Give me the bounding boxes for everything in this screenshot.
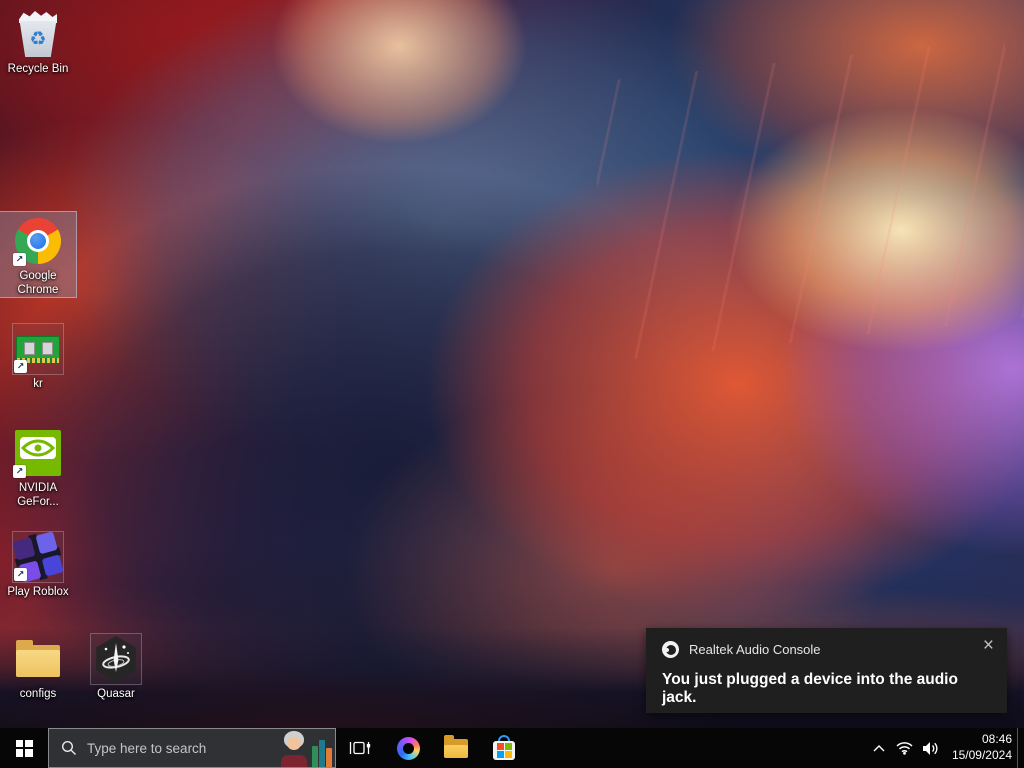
ram-icon: ↗ bbox=[12, 323, 64, 375]
system-tray: 08:46 15/09/2024 bbox=[866, 728, 1024, 768]
explorer-folder-front bbox=[444, 744, 468, 758]
windows-logo-quad bbox=[25, 749, 33, 757]
book bbox=[312, 746, 318, 767]
copilot-button[interactable] bbox=[384, 728, 432, 768]
copilot-icon bbox=[396, 736, 420, 760]
icon-label-play-roblox: Play Roblox bbox=[7, 586, 69, 598]
chrome-icon: ↗ bbox=[12, 215, 64, 267]
wifi-icon bbox=[896, 742, 913, 755]
folder-front bbox=[16, 650, 60, 677]
close-icon[interactable]: × bbox=[983, 636, 994, 655]
network-button[interactable] bbox=[892, 728, 918, 768]
ms-logo-quad bbox=[504, 750, 512, 758]
icon-label-nvidia: NVIDIA bbox=[18, 482, 58, 494]
desktop-icon-kr[interactable]: ↗ kr bbox=[0, 320, 76, 391]
task-view-button[interactable] bbox=[336, 728, 384, 768]
start-button[interactable] bbox=[0, 728, 48, 768]
shortcut-arrow-icon: ↗ bbox=[14, 360, 27, 373]
nvidia-eye-box bbox=[20, 437, 56, 459]
icon-label-quasar: Quasar bbox=[97, 688, 135, 700]
windows-logo-quad bbox=[15, 749, 23, 757]
ram-stick bbox=[16, 335, 60, 363]
shortcut-arrow-icon: ↗ bbox=[13, 253, 26, 266]
toast-message: You just plugged a device into the audio… bbox=[662, 671, 958, 706]
microsoft-store-button[interactable] bbox=[480, 728, 528, 768]
wallpaper-streaks bbox=[586, 38, 1024, 362]
clock-date: 15/09/2024 bbox=[951, 748, 1012, 762]
desktop-icon-nvidia-geforce[interactable]: ↗ NVIDIA GeFor... bbox=[0, 424, 76, 509]
desktop-icon-configs[interactable]: configs bbox=[0, 630, 76, 701]
quasar-icon bbox=[90, 633, 142, 685]
desktop-icon-quasar[interactable]: Quasar bbox=[78, 630, 154, 701]
taskbar: 08:46 15/09/2024 bbox=[0, 728, 1024, 768]
desktop: ♻ Recycle Bin ↗ Google Chrome ↗ kr ↗ NVI… bbox=[0, 0, 1024, 768]
icon-label-gefor: GeFor... bbox=[17, 496, 59, 509]
book bbox=[319, 740, 325, 767]
taskbar-clock[interactable]: 08:46 15/09/2024 bbox=[944, 732, 1017, 763]
desktop-icon-recycle-bin[interactable]: ♻ Recycle Bin bbox=[0, 5, 76, 76]
ms-logo-quad bbox=[496, 750, 504, 758]
ram-chip bbox=[24, 341, 35, 355]
store-bag bbox=[493, 740, 515, 760]
recycle-bin-body: ♻ bbox=[19, 21, 57, 57]
windows-logo-icon bbox=[15, 739, 33, 757]
file-explorer-button[interactable] bbox=[432, 728, 480, 768]
recycle-symbol-icon: ♻ bbox=[29, 28, 47, 50]
volume-button[interactable] bbox=[918, 728, 944, 768]
roblox-icon: ↗ bbox=[12, 531, 64, 583]
grandma-illustration bbox=[278, 731, 310, 767]
icon-label-configs: configs bbox=[19, 688, 57, 700]
copilot-icon-hole bbox=[402, 742, 414, 754]
speaker-icon bbox=[923, 741, 938, 755]
nvidia-icon: ↗ bbox=[12, 427, 64, 479]
desktop-icon-google-chrome[interactable]: ↗ Google Chrome bbox=[0, 210, 77, 299]
book bbox=[326, 748, 332, 767]
ms-logo-quad bbox=[504, 742, 512, 750]
books-illustration bbox=[312, 737, 332, 767]
toast-app-name: Realtek Audio Console bbox=[689, 642, 821, 657]
show-desktop-button[interactable] bbox=[1017, 728, 1024, 768]
roblox-tile bbox=[41, 553, 64, 577]
realtek-icon-dot bbox=[665, 648, 669, 652]
shortcut-arrow-icon: ↗ bbox=[13, 465, 26, 478]
shortcut-arrow-icon: ↗ bbox=[14, 568, 27, 581]
icon-label-kr: kr bbox=[33, 378, 43, 390]
ms-logo-quad bbox=[496, 742, 504, 750]
windows-logo-quad bbox=[25, 739, 33, 747]
folder-icon bbox=[12, 633, 64, 685]
search-highlight-image[interactable] bbox=[278, 729, 335, 767]
grandma-body bbox=[281, 755, 307, 767]
taskbar-search[interactable] bbox=[48, 728, 336, 768]
task-view-icon bbox=[349, 741, 371, 755]
hidden-icons-button[interactable] bbox=[866, 728, 892, 768]
desktop-icon-play-roblox[interactable]: ↗ Play Roblox bbox=[0, 528, 76, 599]
windows-logo-quad bbox=[15, 739, 23, 747]
chrome-core bbox=[30, 233, 46, 249]
realtek-audio-icon bbox=[662, 641, 679, 658]
nvidia-eye-icon bbox=[20, 439, 56, 457]
notification-toast[interactable]: Realtek Audio Console × You just plugged… bbox=[646, 628, 1007, 713]
recycle-bin-icon: ♻ bbox=[12, 8, 64, 60]
quasar-galaxy-icon bbox=[102, 643, 130, 672]
icon-label-chrome: Chrome bbox=[17, 284, 59, 297]
quasar-hexagon bbox=[96, 636, 136, 682]
icon-label-recycle-bin: Recycle Bin bbox=[7, 63, 69, 75]
icon-label-google: Google bbox=[19, 270, 57, 282]
recycle-bin-art: ♻ bbox=[18, 11, 58, 57]
folder-art bbox=[16, 640, 60, 677]
grandma-face bbox=[287, 737, 301, 750]
ram-chip bbox=[42, 341, 53, 355]
clock-time: 08:46 bbox=[981, 732, 1012, 747]
chevron-up-icon bbox=[873, 744, 885, 751]
microsoft-store-icon bbox=[493, 734, 515, 760]
toast-header: Realtek Audio Console bbox=[646, 628, 1007, 658]
search-icon bbox=[61, 740, 76, 755]
search-input[interactable] bbox=[77, 740, 278, 756]
file-explorer-icon bbox=[444, 734, 468, 758]
